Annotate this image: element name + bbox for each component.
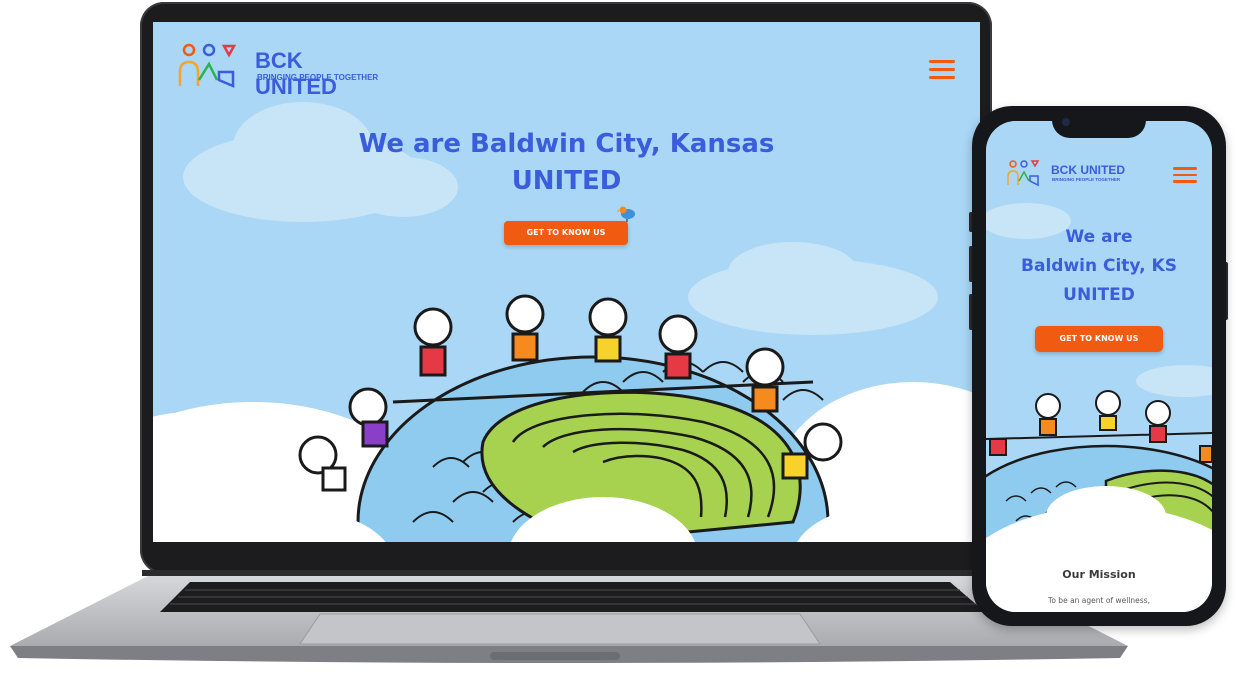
mobile-hero-illustration [986,121,1212,612]
hero-title-line2: UNITED [511,166,622,196]
phone-notch [1052,106,1146,138]
mobile-site-logo[interactable]: BCK UNITED BRINGING PEOPLE TOGETHER [1006,159,1136,187]
hero-title: We are Baldwin City, Kansas UNITED [153,126,980,200]
menu-icon[interactable] [929,60,955,79]
mobile-hero-title-line1: We are [1065,227,1133,247]
mobile-menu-icon[interactable] [1173,167,1197,183]
mobile-brand-tagline: BRINGING PEOPLE TOGETHER [1052,177,1121,182]
get-to-know-us-button[interactable]: GET TO KNOW US [504,221,628,245]
hero-illustration [153,22,980,542]
mobile-hero-title: We are Baldwin City, KS UNITED [986,223,1212,310]
mobile-hero-title-line2: Baldwin City, KS [1021,256,1177,276]
front-camera [1062,118,1070,126]
mobile-get-to-know-us-button[interactable]: GET TO KNOW US [1035,326,1163,352]
site-logo[interactable]: BCK UNITED BRINGING PEOPLE TOGETHER [177,42,387,99]
hero-title-line1: We are Baldwin City, Kansas [358,129,775,159]
mobile-site: BCK UNITED BRINGING PEOPLE TOGETHER We a… [986,121,1212,612]
brand-tagline: BRINGING PEOPLE TOGETHER [257,73,379,82]
logo-people-icon [178,43,237,88]
mobile-brand-name: BCK UNITED [1051,163,1125,177]
mission-heading: Our Mission [1062,568,1136,581]
mobile-hero-title-line3: UNITED [1063,285,1135,305]
mobile-logo-people-icon [1007,160,1040,187]
mission-text: To be an agent of wellness, [1048,596,1150,605]
desktop-site: BCK UNITED BRINGING PEOPLE TOGETHER We a… [153,22,980,542]
bird-icon [617,206,635,222]
